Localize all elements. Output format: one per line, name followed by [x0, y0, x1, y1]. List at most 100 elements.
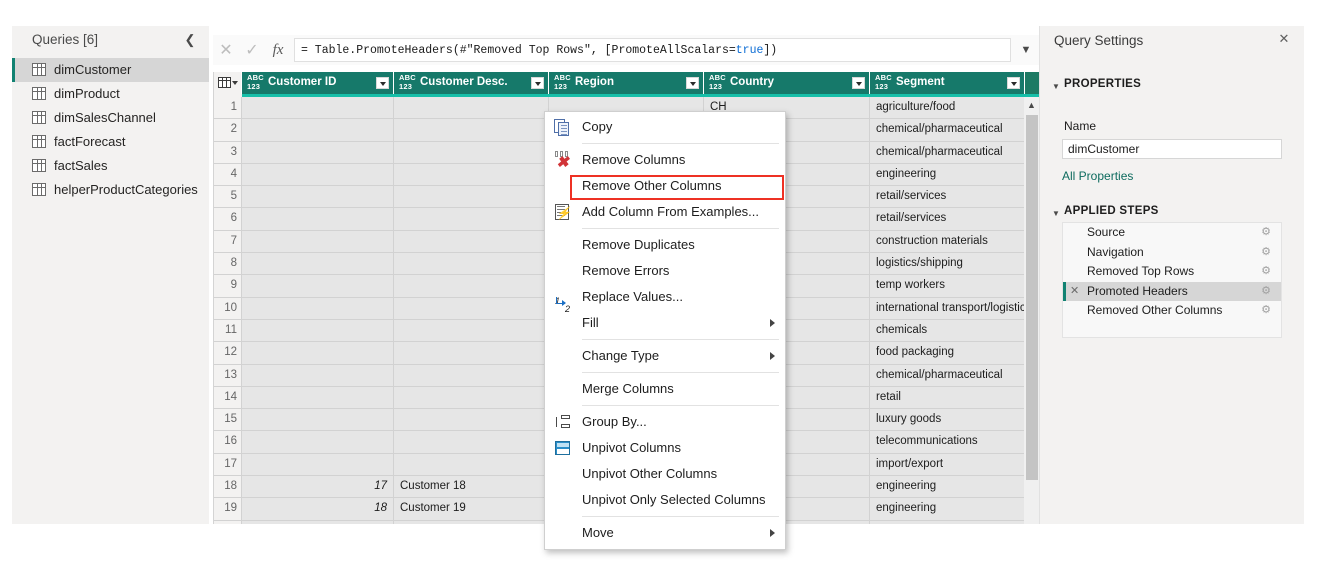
- table-cell[interactable]: [394, 319, 549, 342]
- context-menu-item[interactable]: ⚡ Add Column From Examples...: [545, 199, 785, 225]
- close-icon[interactable]: ✕: [213, 36, 239, 64]
- context-menu-item[interactable]: Move: [545, 520, 785, 546]
- table-cell[interactable]: [242, 253, 394, 275]
- row-number[interactable]: 7: [214, 230, 242, 253]
- row-number[interactable]: 6: [214, 208, 242, 230]
- column-filter-icon[interactable]: [531, 77, 544, 89]
- table-cell[interactable]: [242, 163, 394, 186]
- row-number[interactable]: 20: [214, 520, 242, 524]
- row-number[interactable]: 1: [214, 97, 242, 119]
- query-list-item[interactable]: dimCustomer: [12, 58, 209, 82]
- properties-collapse-icon[interactable]: ▼: [1052, 82, 1060, 91]
- select-all-columns-button[interactable]: [214, 72, 242, 94]
- context-menu-item[interactable]: Group By...: [545, 409, 785, 435]
- grid-column-header[interactable]: ABC 123 Country: [704, 72, 870, 94]
- table-cell[interactable]: retail/services: [870, 208, 1025, 230]
- fx-icon[interactable]: fx: [265, 36, 291, 64]
- row-number[interactable]: 19: [214, 498, 242, 520]
- row-number[interactable]: 13: [214, 364, 242, 386]
- table-cell[interactable]: [394, 230, 549, 253]
- row-number[interactable]: 9: [214, 275, 242, 297]
- table-cell[interactable]: [394, 342, 549, 364]
- table-cell[interactable]: [394, 364, 549, 386]
- table-cell[interactable]: Customer 19: [394, 498, 549, 520]
- all-properties-link[interactable]: All Properties: [1062, 169, 1133, 183]
- table-cell[interactable]: 19: [242, 520, 394, 524]
- gear-icon[interactable]: ⚙: [1260, 243, 1272, 263]
- table-cell[interactable]: [242, 453, 394, 476]
- table-cell[interactable]: [394, 409, 549, 431]
- table-cell[interactable]: [394, 97, 549, 119]
- applied-step-item[interactable]: Removed Top Rows ⚙: [1063, 262, 1281, 282]
- column-filter-icon[interactable]: [686, 77, 699, 89]
- row-number[interactable]: 5: [214, 186, 242, 208]
- context-menu-item[interactable]: Unpivot Only Selected Columns: [545, 487, 785, 513]
- table-cell[interactable]: chemical/pharmaceutical: [870, 141, 1025, 163]
- table-cell[interactable]: [394, 431, 549, 453]
- table-cell[interactable]: [394, 275, 549, 297]
- context-menu-item[interactable]: 1 2 Replace Values...: [545, 284, 785, 314]
- query-list-item[interactable]: helperProductCategories: [12, 178, 209, 202]
- row-number[interactable]: 2: [214, 119, 242, 141]
- row-number[interactable]: 14: [214, 386, 242, 409]
- table-cell[interactable]: luxury goods: [870, 409, 1025, 431]
- row-number[interactable]: 12: [214, 342, 242, 364]
- applied-step-item[interactable]: Source ⚙: [1063, 223, 1281, 243]
- applied-step-item[interactable]: Removed Other Columns ⚙: [1063, 301, 1281, 321]
- context-menu-item[interactable]: Remove Duplicates: [545, 232, 785, 258]
- chevron-down-icon[interactable]: ▼: [1013, 36, 1039, 64]
- table-cell[interactable]: [242, 409, 394, 431]
- context-menu-item[interactable]: Fill: [545, 310, 785, 336]
- row-number[interactable]: 11: [214, 319, 242, 342]
- grid-column-header[interactable]: ABC 123 Customer Desc.: [394, 72, 549, 94]
- grid-column-header[interactable]: ABC 123 Customer ID: [242, 72, 394, 94]
- table-cell[interactable]: [394, 386, 549, 409]
- applied-steps-collapse-icon[interactable]: ▼: [1052, 209, 1060, 218]
- gear-icon[interactable]: ⚙: [1260, 223, 1272, 243]
- check-icon[interactable]: ✓: [239, 36, 265, 64]
- table-cell[interactable]: [394, 141, 549, 163]
- table-cell[interactable]: [394, 208, 549, 230]
- context-menu-item[interactable]: ✖ Remove Columns: [545, 147, 785, 173]
- row-number[interactable]: 3: [214, 141, 242, 163]
- table-cell[interactable]: logistics/shipping: [870, 253, 1025, 275]
- table-cell[interactable]: international transport/logistic: [870, 297, 1025, 319]
- table-cell[interactable]: [242, 386, 394, 409]
- table-cell[interactable]: [394, 186, 549, 208]
- table-cell[interactable]: [242, 186, 394, 208]
- applied-step-item[interactable]: Navigation ⚙: [1063, 243, 1281, 263]
- table-cell[interactable]: [242, 319, 394, 342]
- query-list-item[interactable]: factSales: [12, 154, 209, 178]
- grid-vertical-scrollbar[interactable]: ▲: [1024, 97, 1039, 524]
- row-number[interactable]: 8: [214, 253, 242, 275]
- chevron-left-icon[interactable]: ❮: [183, 32, 197, 48]
- query-list-item[interactable]: factForecast: [12, 130, 209, 154]
- formula-input[interactable]: = Table.PromoteHeaders(#"Removed Top Row…: [294, 38, 1011, 62]
- row-number[interactable]: 16: [214, 431, 242, 453]
- column-filter-icon[interactable]: [1007, 77, 1020, 89]
- table-cell[interactable]: telecommunications: [870, 431, 1025, 453]
- grid-column-header[interactable]: ABC 123 Segment: [870, 72, 1025, 94]
- table-cell[interactable]: 18: [242, 498, 394, 520]
- table-cell[interactable]: [242, 275, 394, 297]
- context-menu-item[interactable]: Remove Errors: [545, 258, 785, 284]
- row-number[interactable]: 4: [214, 163, 242, 186]
- table-cell[interactable]: engineering: [870, 163, 1025, 186]
- table-cell[interactable]: public transport/railroads: [870, 520, 1025, 524]
- table-cell[interactable]: [394, 453, 549, 476]
- gear-icon[interactable]: ⚙: [1260, 282, 1272, 302]
- table-cell[interactable]: temp workers: [870, 275, 1025, 297]
- table-cell[interactable]: chemicals: [870, 319, 1025, 342]
- table-cell[interactable]: [242, 230, 394, 253]
- context-menu-item[interactable]: Copy: [545, 114, 785, 140]
- gear-icon[interactable]: ⚙: [1260, 301, 1272, 321]
- query-list-item[interactable]: dimSalesChannel: [12, 106, 209, 130]
- table-cell[interactable]: chemical/pharmaceutical: [870, 119, 1025, 141]
- table-cell[interactable]: [242, 141, 394, 163]
- column-filter-icon[interactable]: [852, 77, 865, 89]
- table-cell[interactable]: [242, 97, 394, 119]
- chevron-up-icon[interactable]: ▲: [1024, 97, 1039, 113]
- table-cell[interactable]: [242, 431, 394, 453]
- table-cell[interactable]: [242, 119, 394, 141]
- table-cell[interactable]: 17: [242, 476, 394, 498]
